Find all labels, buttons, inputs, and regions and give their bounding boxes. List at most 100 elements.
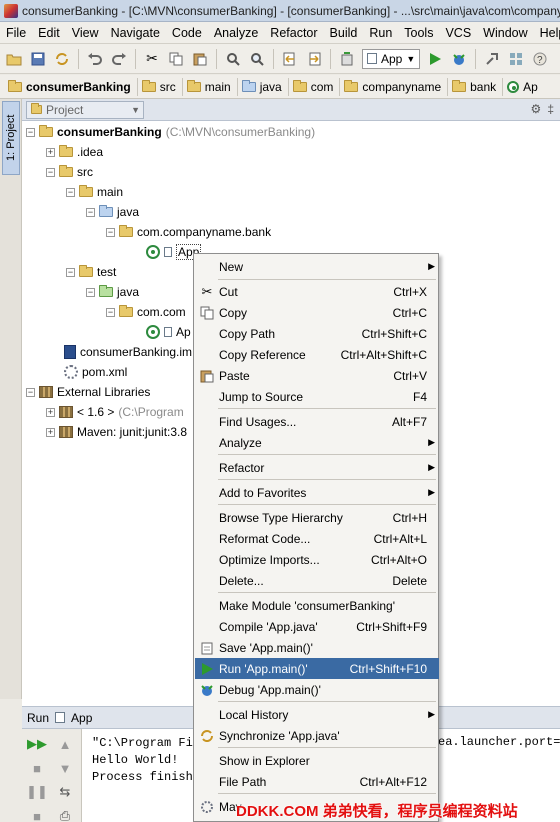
print-icon[interactable]: ⎙	[56, 807, 74, 822]
collapse-toggle-icon[interactable]: −	[26, 387, 35, 397]
collapse-toggle-icon[interactable]: −	[46, 167, 55, 177]
collapse-toggle-icon[interactable]: −	[86, 207, 95, 217]
breadcrumb-src[interactable]: src	[138, 77, 183, 96]
collapse-toggle-icon[interactable]: −	[86, 287, 95, 297]
stop-icon[interactable]: ■	[28, 759, 46, 777]
undo-icon[interactable]	[84, 48, 106, 70]
run-config-select[interactable]: App ▼	[362, 48, 421, 69]
menu-item-delete[interactable]: Delete... Delete	[195, 570, 439, 591]
tree-node-main-package[interactable]: − com.companyname.bank	[106, 222, 271, 242]
breadcrumb-java[interactable]: java	[238, 77, 289, 96]
open-folder-icon[interactable]	[3, 48, 25, 70]
menu-item-analyze[interactable]: Analyze ▶	[195, 432, 439, 453]
scroll-down-icon[interactable]: ▼	[56, 759, 74, 777]
project-tool-tab[interactable]: 1: Project	[2, 101, 20, 175]
redo-icon[interactable]	[108, 48, 130, 70]
settings-icon[interactable]	[481, 48, 503, 70]
rerun-icon[interactable]: ▶▶	[27, 735, 47, 753]
copy-icon[interactable]	[165, 48, 187, 70]
tree-node-root[interactable]: − consumerBanking (C:\MVN\consumerBankin…	[26, 122, 315, 142]
menu-window[interactable]: Window	[477, 26, 533, 40]
menu-file[interactable]: File	[0, 26, 32, 40]
dump-threads-icon[interactable]: ■	[28, 807, 46, 822]
menu-item-copy-path[interactable]: Copy Path Ctrl+Shift+C	[195, 323, 439, 344]
pause-icon[interactable]: ❚❚	[26, 783, 48, 801]
menu-item-debug[interactable]: Debug 'App.main()'	[195, 679, 439, 700]
make-project-icon[interactable]	[336, 48, 358, 70]
menu-item-refactor[interactable]: Refactor ▶	[195, 457, 439, 478]
tree-node-test-package[interactable]: − com.com	[106, 302, 186, 322]
breadcrumb-companyname[interactable]: companyname	[340, 77, 449, 96]
breadcrumb-main[interactable]: main	[183, 77, 238, 96]
menu-item-show-in-explorer[interactable]: Show in Explorer	[195, 750, 439, 771]
collapse-toggle-icon[interactable]: −	[106, 227, 115, 237]
menu-item-compile[interactable]: Compile 'App.java' Ctrl+Shift+F9	[195, 616, 439, 637]
cut-icon[interactable]: ✂	[141, 48, 163, 70]
menu-item-save-config[interactable]: Save 'App.main()'	[195, 637, 439, 658]
replace-icon[interactable]	[246, 48, 268, 70]
tree-node-iml[interactable]: consumerBanking.im	[64, 342, 192, 362]
menu-item-paste[interactable]: Paste Ctrl+V	[195, 365, 439, 386]
soft-wrap-icon[interactable]: ⇆	[56, 783, 74, 801]
menu-item-browse-type-hierarchy[interactable]: Browse Type Hierarchy Ctrl+H	[195, 507, 439, 528]
tree-node-pom[interactable]: pom.xml	[64, 362, 127, 382]
menu-item-file-path[interactable]: File Path Ctrl+Alt+F12	[195, 771, 439, 792]
menu-item-jump-to-source[interactable]: Jump to Source F4	[195, 386, 439, 407]
collapse-toggle-icon[interactable]: −	[66, 187, 75, 197]
scroll-up-icon[interactable]: ▲	[56, 735, 74, 753]
menu-edit[interactable]: Edit	[32, 26, 66, 40]
tree-node-junit[interactable]: + Maven: junit:junit:3.8	[46, 422, 187, 442]
expand-toggle-icon[interactable]: +	[46, 147, 55, 157]
help-icon[interactable]: ?	[529, 48, 551, 70]
settings-icon[interactable]: ⚙	[531, 102, 542, 116]
back-icon[interactable]	[279, 48, 301, 70]
menu-run[interactable]: Run	[363, 26, 398, 40]
menu-vcs[interactable]: VCS	[439, 26, 477, 40]
menu-item-copy-reference[interactable]: Copy Reference Ctrl+Alt+Shift+C	[195, 344, 439, 365]
menu-item-make-module[interactable]: Make Module 'consumerBanking'	[195, 595, 439, 616]
menu-item-new[interactable]: New ▶	[195, 256, 439, 277]
menu-analyze[interactable]: Analyze	[208, 26, 264, 40]
run-icon[interactable]	[424, 48, 446, 70]
menu-view[interactable]: View	[66, 26, 105, 40]
expand-toggle-icon[interactable]: +	[46, 407, 55, 417]
breadcrumb-project[interactable]: consumerBanking	[4, 77, 138, 96]
sync-icon[interactable]	[51, 48, 73, 70]
tree-node-idea[interactable]: + .idea	[46, 142, 103, 162]
project-structure-icon[interactable]	[505, 48, 527, 70]
expand-toggle-icon[interactable]: +	[46, 427, 55, 437]
menu-item-synchronize[interactable]: Synchronize 'App.java'	[195, 725, 439, 746]
paste-icon[interactable]	[189, 48, 211, 70]
collapse-toggle-icon[interactable]: −	[106, 307, 115, 317]
project-view-select[interactable]: Project ▼	[26, 100, 144, 119]
menu-item-cut[interactable]: ✂ Cut Ctrl+X	[195, 281, 439, 302]
forward-icon[interactable]	[303, 48, 325, 70]
menu-tools[interactable]: Tools	[398, 26, 439, 40]
menu-item-optimize-imports[interactable]: Optimize Imports... Ctrl+Alt+O	[195, 549, 439, 570]
menu-item-local-history[interactable]: Local History ▶	[195, 704, 439, 725]
menu-build[interactable]: Build	[324, 26, 364, 40]
collapse-toggle-icon[interactable]: −	[26, 127, 35, 137]
menu-item-copy[interactable]: Copy Ctrl+C	[195, 302, 439, 323]
tree-node-test[interactable]: − test	[66, 262, 116, 282]
menu-item-run[interactable]: Run 'App.main()' Ctrl+Shift+F10	[195, 658, 439, 679]
tree-node-main[interactable]: − main	[66, 182, 123, 202]
menu-code[interactable]: Code	[166, 26, 208, 40]
tree-node-jdk[interactable]: + < 1.6 > (C:\Program	[46, 402, 184, 422]
tree-node-main-java[interactable]: − java	[86, 202, 139, 222]
breadcrumb-app[interactable]: Ap	[503, 78, 544, 96]
menu-help[interactable]: Help	[534, 26, 560, 40]
debug-icon[interactable]	[448, 48, 470, 70]
breadcrumb-bank[interactable]: bank	[448, 77, 504, 96]
menu-navigate[interactable]: Navigate	[105, 26, 166, 40]
menu-item-reformat-code[interactable]: Reformat Code... Ctrl+Alt+L	[195, 528, 439, 549]
tree-node-src[interactable]: − src	[46, 162, 93, 182]
collapse-icon[interactable]: ‡	[547, 102, 554, 116]
menu-item-find-usages[interactable]: Find Usages... Alt+F7	[195, 411, 439, 432]
run-tab-label[interactable]: Run	[27, 711, 49, 725]
tree-node-test-java[interactable]: − java	[86, 282, 139, 302]
menu-refactor[interactable]: Refactor	[264, 26, 323, 40]
find-icon[interactable]	[222, 48, 244, 70]
run-config-tab[interactable]: App	[71, 711, 92, 725]
console-output[interactable]: "C:\Program Fi Hello World! Process finish	[92, 735, 193, 786]
